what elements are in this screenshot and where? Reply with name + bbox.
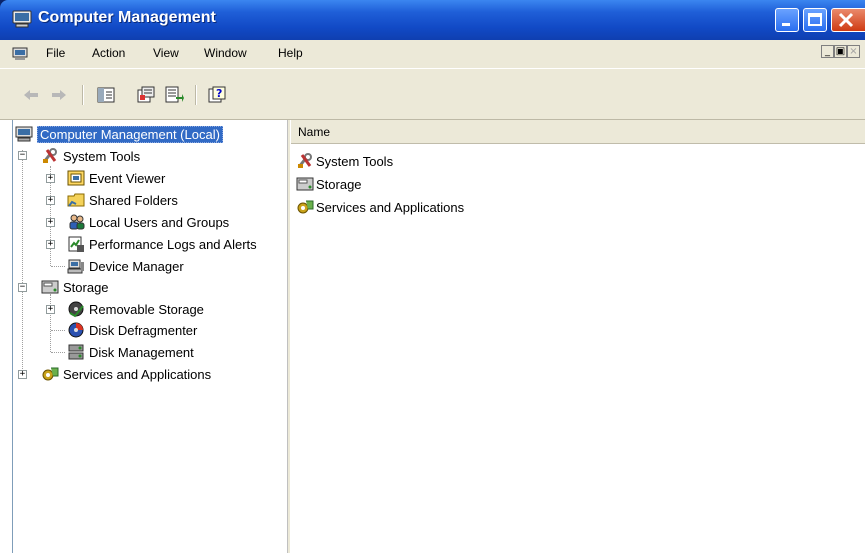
tree-line xyxy=(51,330,65,331)
details-pane[interactable]: Name System Tools Storage Services and A… xyxy=(290,120,865,553)
tree-node-device-manager[interactable]: Device Manager xyxy=(67,256,184,276)
users-icon xyxy=(69,214,85,230)
event-viewer-icon xyxy=(67,170,85,186)
tree-line xyxy=(51,266,65,267)
tree-node-local-users[interactable]: Local Users and Groups xyxy=(67,212,229,232)
column-header-name[interactable]: Name xyxy=(290,120,865,144)
help-icon[interactable]: ? xyxy=(206,84,228,106)
mdi-close-icon[interactable]: × xyxy=(847,45,860,58)
computer-management-icon xyxy=(12,10,32,28)
close-icon xyxy=(838,12,854,28)
collapse-toggle[interactable]: − xyxy=(18,151,27,160)
tree-node-storage[interactable]: Storage xyxy=(41,277,109,297)
tree-node-disk-defragmenter[interactable]: Disk Defragmenter xyxy=(67,320,197,340)
toolbar-separator xyxy=(82,85,84,105)
show-hide-tree-icon[interactable] xyxy=(95,84,117,106)
tree-node-event-viewer[interactable]: Event Viewer xyxy=(67,168,165,188)
menu-window[interactable]: Window xyxy=(204,46,247,60)
removable-storage-icon xyxy=(68,301,84,318)
storage-icon xyxy=(296,177,314,191)
computer-management-window: Computer Management File Action View Win… xyxy=(0,0,865,553)
expand-toggle[interactable]: + xyxy=(46,196,55,205)
mdi-minimize-icon[interactable]: _ xyxy=(821,45,834,58)
toolbar-separator xyxy=(195,85,197,105)
shared-folders-icon xyxy=(67,193,85,207)
menu-file[interactable]: File xyxy=(46,46,65,60)
expand-toggle[interactable]: + xyxy=(46,240,55,249)
services-applications-icon xyxy=(297,200,314,214)
menu-bar: File Action View Window Help _ ▣ × xyxy=(0,40,865,68)
collapse-toggle[interactable]: − xyxy=(18,283,27,292)
window-title: Computer Management xyxy=(38,9,216,26)
expand-toggle[interactable]: + xyxy=(46,218,55,227)
maximize-button[interactable] xyxy=(803,8,827,32)
minimize-button[interactable] xyxy=(775,8,799,32)
list-item-storage[interactable]: Storage xyxy=(296,173,362,195)
console-tree[interactable]: Computer Management (Local) − System Too… xyxy=(12,120,288,553)
menu-help[interactable]: Help xyxy=(278,46,303,60)
tree-node-services-applications[interactable]: Services and Applications xyxy=(41,364,211,384)
column-header-label: Name xyxy=(298,125,331,139)
expand-toggle[interactable]: + xyxy=(18,370,27,379)
performance-logs-icon xyxy=(68,236,84,252)
header-edge xyxy=(290,120,291,144)
expand-toggle[interactable]: + xyxy=(46,305,55,314)
tree-node-shared-folders[interactable]: Shared Folders xyxy=(67,190,178,210)
tree-node-disk-management[interactable]: Disk Management xyxy=(67,342,194,362)
tree-node-system-tools[interactable]: System Tools xyxy=(41,146,140,166)
list-item-services-applications[interactable]: Services and Applications xyxy=(296,196,464,218)
tree-node-removable-storage[interactable]: Removable Storage xyxy=(67,299,204,319)
disk-defragmenter-icon xyxy=(68,322,84,338)
back-icon[interactable] xyxy=(20,84,42,106)
system-tools-icon xyxy=(42,148,57,163)
forward-icon[interactable] xyxy=(48,84,70,106)
disk-management-icon xyxy=(68,344,84,360)
system-tools-icon xyxy=(297,153,312,168)
services-applications-icon xyxy=(42,367,59,381)
svg-text:?: ? xyxy=(216,87,222,100)
expand-toggle[interactable]: + xyxy=(46,174,55,183)
title-bar[interactable]: Computer Management xyxy=(0,0,865,40)
export-list-icon[interactable] xyxy=(163,84,185,106)
toolbar: ? xyxy=(0,68,865,120)
storage-icon xyxy=(41,280,59,294)
maximize-icon xyxy=(808,13,822,26)
close-button[interactable] xyxy=(831,8,865,32)
menu-view[interactable]: View xyxy=(153,46,179,60)
computer-management-icon xyxy=(15,126,33,142)
tree-node-root[interactable]: Computer Management (Local) xyxy=(15,124,223,144)
tree-line xyxy=(50,294,51,352)
tree-line xyxy=(22,150,23,375)
list-item-system-tools[interactable]: System Tools xyxy=(296,150,393,172)
device-manager-icon xyxy=(67,259,84,274)
minimize-icon xyxy=(782,23,790,26)
properties-icon[interactable] xyxy=(135,84,157,106)
tree-node-performance-logs[interactable]: Performance Logs and Alerts xyxy=(67,234,257,254)
system-menu-icon[interactable] xyxy=(12,47,28,61)
menu-action[interactable]: Action xyxy=(92,46,125,60)
mdi-restore-icon[interactable]: ▣ xyxy=(834,45,847,58)
tree-line xyxy=(51,352,65,353)
content-area: Computer Management (Local) − System Too… xyxy=(0,120,865,553)
